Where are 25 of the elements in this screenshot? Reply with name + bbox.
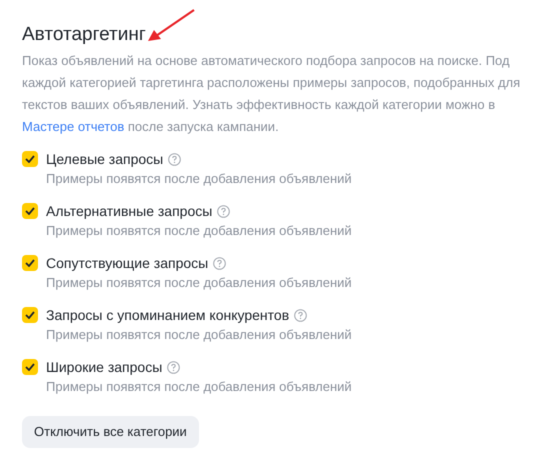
checkmark-icon <box>25 311 35 319</box>
category-hint: Примеры появятся после добавления объявлений <box>46 170 353 188</box>
checkmark-icon <box>25 155 35 163</box>
category-checkbox[interactable] <box>22 151 38 167</box>
disable-all-button[interactable]: Отключить все категории <box>22 416 199 448</box>
category-hint: Примеры появятся после добавления объявлений <box>46 326 353 344</box>
description-text: Показ объявлений на основе автоматического подбора запросов на поиске. Под каждой категорией таргетинга расположены примеры запросов, подобранных для текстов ваших объявлений. Узнать эффективность каждой категории можно в Мастере отчетов после запуска кампании. <box>22 52 522 136</box>
category-label: Запросы с упоминанием конкурентов <box>46 306 290 325</box>
category-checkbox[interactable] <box>22 203 38 219</box>
checkmark-icon <box>25 259 35 267</box>
category-hint: Примеры появятся после добавления объявлений <box>46 274 353 292</box>
category-checkbox[interactable] <box>22 307 38 323</box>
category-label: Сопутствующие запросы <box>46 254 208 273</box>
category-label: Целевые запросы <box>46 150 164 169</box>
category-label: Альтернативные запросы <box>46 202 212 221</box>
section-title: Автотаргетинг <box>22 23 146 47</box>
category-checkbox[interactable] <box>22 359 38 375</box>
category-hint: Примеры появятся после добавления объявлений <box>46 378 353 396</box>
category-hint: Примеры появятся после добавления объявлений <box>46 222 353 240</box>
annotation-arrow <box>146 8 196 44</box>
checkmark-icon <box>25 207 35 215</box>
reports-link[interactable]: Мастере отчетов <box>22 119 124 134</box>
checkmark-icon <box>25 363 35 371</box>
category-label: Широкие запросы <box>46 358 162 377</box>
category-checkbox[interactable] <box>22 255 38 271</box>
